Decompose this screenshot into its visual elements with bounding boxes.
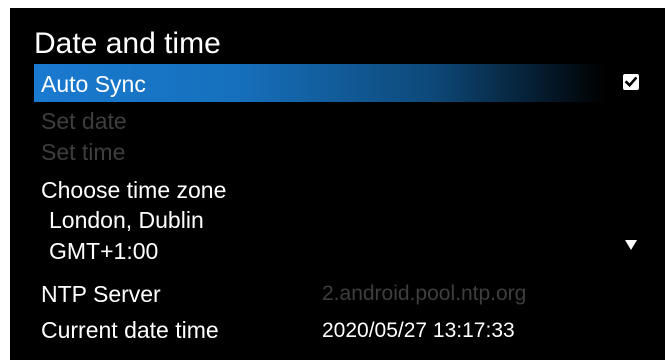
checkbox-checked-icon	[624, 76, 638, 88]
auto-sync-label[interactable]: Auto Sync	[41, 70, 146, 98]
current-date-time-value: 2020/05/27 13:17:33	[322, 319, 515, 342]
auto-sync-checkbox[interactable]	[623, 74, 639, 90]
date-time-settings-panel: Date and time Auto Sync Set date Set tim…	[10, 8, 665, 360]
page-title: Date and time	[34, 27, 221, 60]
time-zone-city[interactable]: London, Dublin	[49, 206, 204, 234]
set-date-item: Set date	[41, 108, 127, 134]
time-zone-offset[interactable]: GMT+1:00	[49, 237, 158, 265]
dropdown-arrow-icon[interactable]	[625, 240, 637, 250]
ntp-server-value: 2.android.pool.ntp.org	[322, 282, 527, 305]
choose-time-zone-label[interactable]: Choose time zone	[41, 176, 226, 204]
set-time-item: Set time	[41, 139, 126, 165]
ntp-server-label: NTP Server	[41, 281, 161, 307]
current-date-time-label: Current date time	[41, 317, 219, 343]
